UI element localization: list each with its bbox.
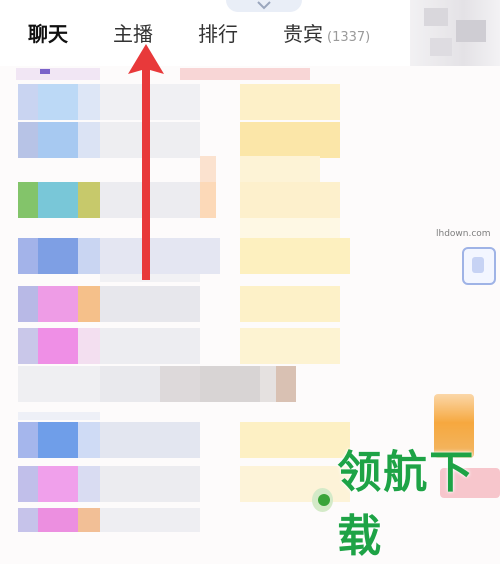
list-item[interactable] (0, 84, 420, 120)
list-item[interactable] (0, 238, 420, 274)
list-item[interactable] (0, 182, 420, 218)
tab-chat[interactable]: 聊天 (28, 18, 68, 47)
watermark: 领航下载 (312, 447, 500, 562)
tab-anchor[interactable]: 主播 (113, 18, 153, 47)
tab-bar: 聊天 主播 排行 贵宾 (1337) (0, 0, 410, 66)
list-item[interactable] (0, 218, 420, 238)
lhdown-logo-icon (312, 488, 334, 512)
list-item[interactable] (0, 122, 420, 158)
list-item[interactable] (0, 68, 420, 80)
watermark-url: lhdown.com (436, 229, 491, 239)
tab-anchor-label: 主播 (113, 22, 153, 46)
list-item[interactable] (0, 286, 420, 322)
chevron-down-icon (257, 1, 271, 10)
watermark-text: 领航下载 (337, 447, 476, 562)
list-item[interactable] (0, 156, 420, 182)
red-arrow-up-icon (128, 44, 164, 280)
pull-down-handle[interactable] (226, 0, 302, 12)
list-item[interactable] (0, 412, 420, 420)
list-item[interactable] (0, 328, 420, 364)
tab-ranking[interactable]: 排行 (198, 18, 238, 47)
tab-vip-label: 贵宾 (283, 22, 323, 46)
tab-ranking-label: 排行 (198, 22, 238, 46)
list-item[interactable] (0, 274, 420, 282)
tab-vip[interactable]: 贵宾 (1337) (283, 18, 370, 47)
blurred-corner-area (410, 0, 500, 66)
tab-chat-label: 聊天 (28, 22, 68, 46)
list-item[interactable] (0, 366, 420, 402)
side-badge-icon[interactable] (462, 247, 496, 285)
tab-vip-count: (1337) (327, 30, 371, 45)
